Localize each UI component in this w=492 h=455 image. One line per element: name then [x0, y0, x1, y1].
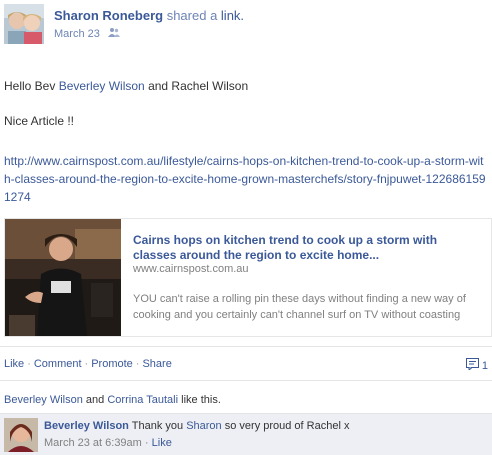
mention-beverley[interactable]: Beverley Wilson [59, 79, 145, 93]
like-button[interactable]: Like [4, 358, 24, 370]
comment-count-value: 1 [481, 359, 488, 372]
divider [0, 413, 492, 414]
likes-and: and [85, 394, 105, 406]
post-header: Sharon Roneberg shared a link. [54, 8, 244, 23]
comment-count[interactable]: 1 [465, 358, 488, 373]
separator: · [27, 358, 31, 370]
greeting-and: and Rachel Wilson [148, 79, 249, 93]
post-actions: Like · Comment · Promote · Share [4, 358, 172, 370]
author-name[interactable]: Sharon Roneberg [54, 8, 163, 23]
comment-button[interactable]: Comment [34, 358, 82, 370]
commenter-avatar[interactable] [4, 418, 38, 452]
message-greeting: Hello Bev Beverley Wilson and Rachel Wil… [4, 79, 248, 93]
link-attachment[interactable]: Cairns hops on kitchen trend to cook up … [4, 218, 492, 337]
post-date[interactable]: March 23 [54, 28, 100, 40]
separator: · [144, 437, 149, 449]
share-button[interactable]: Share [142, 358, 171, 370]
message-url[interactable]: http://www.cairnspost.com.au/lifestyle/c… [4, 152, 490, 206]
likes-summary: Beverley Wilson and Corrina Tautali like… [4, 394, 221, 406]
attachment-title[interactable]: Cairns hops on kitchen trend to cook up … [133, 233, 483, 263]
comment-body: Beverley Wilson Thank you Sharon so very… [44, 420, 349, 432]
shared-text: shared a [166, 8, 218, 23]
commenter-name[interactable]: Beverley Wilson [44, 420, 129, 432]
comment-like-button[interactable]: Like [152, 437, 172, 449]
comment-meta: March 23 at 6:39am · Like [44, 437, 172, 449]
message-line-2: Nice Article !! [4, 114, 75, 128]
divider [0, 380, 492, 381]
separator: · [135, 358, 140, 370]
comment-mention[interactable]: Sharon [186, 420, 221, 432]
post-meta: March 23 [54, 27, 120, 40]
attachment-domain: www.cairnspost.com.au [133, 263, 249, 275]
comment-bubble-icon [465, 358, 479, 373]
shared-link[interactable]: link. [221, 8, 244, 23]
divider [0, 346, 492, 347]
comment-text-suffix: so very proud of Rachel x [224, 420, 350, 432]
promote-button[interactable]: Promote [91, 358, 133, 370]
comment-time[interactable]: March 23 at 6:39am [44, 437, 142, 449]
author-avatar[interactable] [4, 4, 44, 44]
attachment-description: YOU can't raise a rolling pin these days… [133, 293, 466, 321]
attachment-thumbnail[interactable] [5, 219, 121, 336]
comment-text-prefix: Thank you [131, 420, 184, 432]
liker-1[interactable]: Beverley Wilson [4, 394, 83, 406]
friends-icon[interactable] [107, 27, 120, 40]
liker-2[interactable]: Corrina Tautali [107, 394, 178, 406]
likes-suffix: like this. [181, 394, 221, 406]
separator: · [84, 358, 89, 370]
greeting-prefix: Hello Bev [4, 79, 56, 93]
